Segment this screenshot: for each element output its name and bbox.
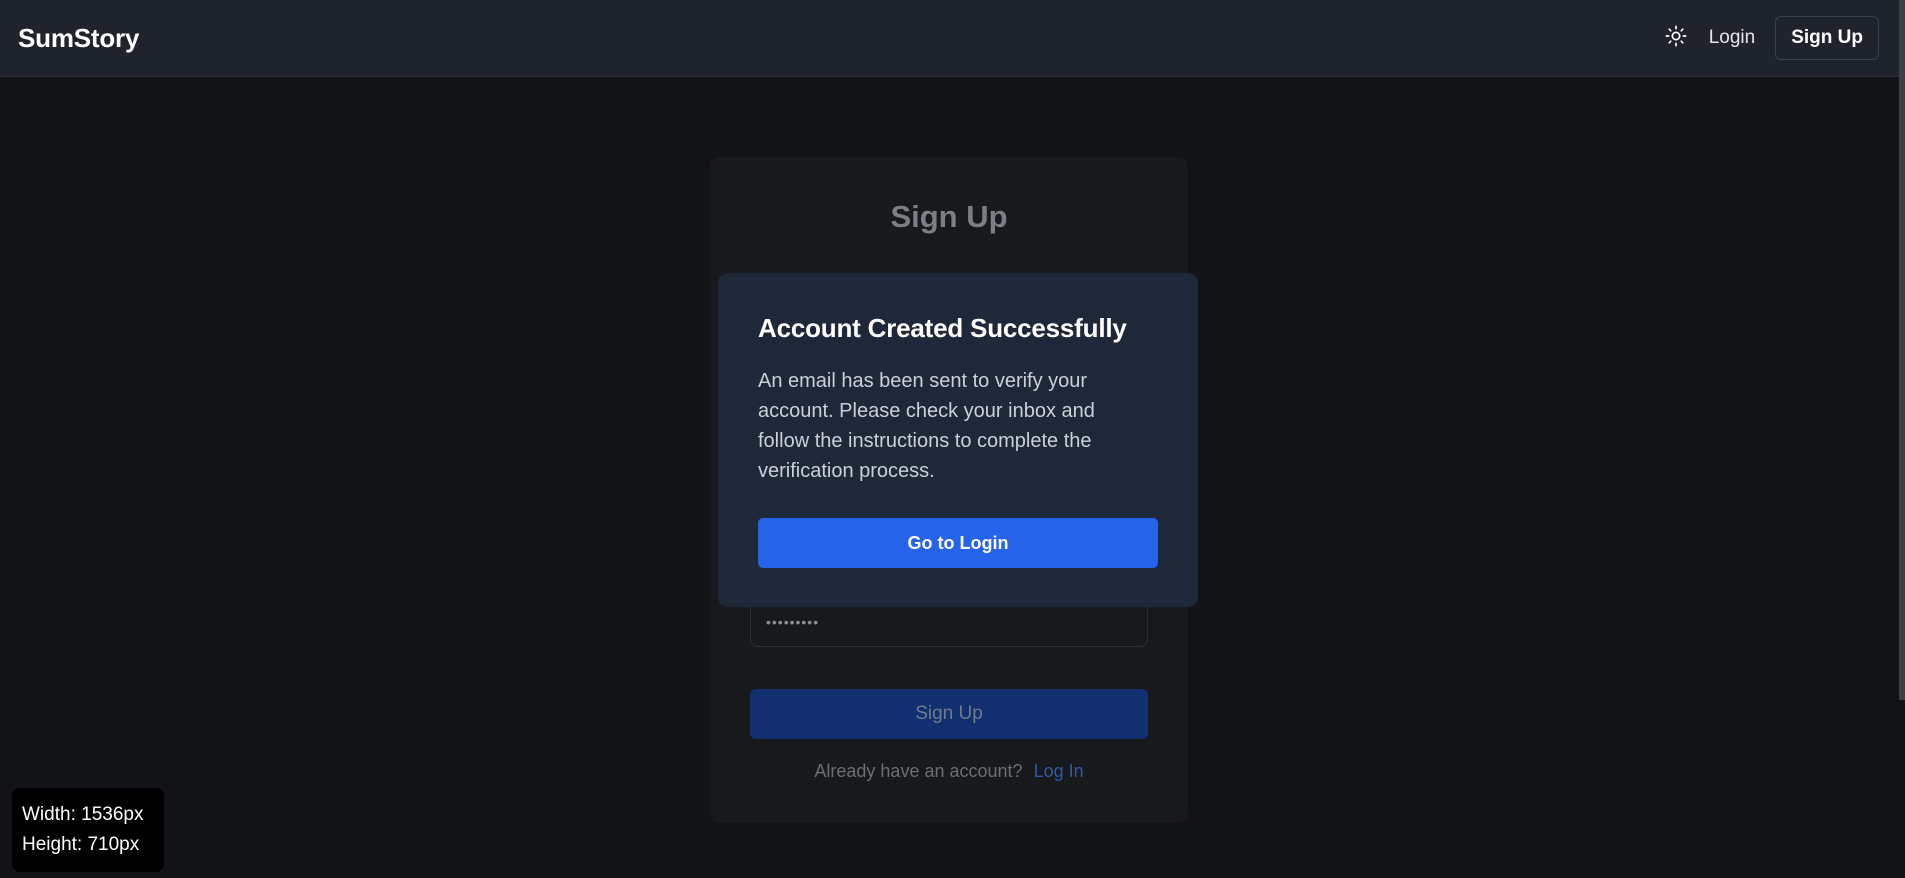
sun-icon (1665, 25, 1687, 52)
viewport-size-badge: Width: 1536px Height: 710px (12, 788, 164, 872)
navbar-actions: Login Sign Up (1661, 16, 1879, 60)
login-link[interactable]: Log In (1034, 761, 1084, 781)
already-have-account: Already have an account? Log In (710, 761, 1188, 782)
go-to-login-button[interactable]: Go to Login (758, 518, 1158, 568)
modal-title: Account Created Successfully (758, 313, 1127, 343)
signup-submit-button[interactable]: Sign Up (750, 689, 1148, 739)
top-navbar: SumStory Login Sign Up (0, 0, 1905, 77)
page-scrollbar[interactable] (1899, 0, 1905, 700)
width-readout: Width: 1536px (22, 804, 144, 825)
height-readout: Height: 710px (22, 834, 140, 855)
modal-message: An email has been sent to verify your ac… (758, 370, 1095, 482)
theme-toggle-button[interactable] (1661, 23, 1691, 53)
nav-login-link[interactable]: Login (1709, 27, 1756, 49)
already-text: Already have an account? (814, 761, 1023, 781)
nav-signup-button[interactable]: Sign Up (1775, 16, 1879, 60)
signup-title: Sign Up (890, 199, 1008, 234)
success-modal: Account Created Successfully An email ha… (718, 273, 1198, 607)
brand-logo[interactable]: SumStory (18, 23, 139, 54)
